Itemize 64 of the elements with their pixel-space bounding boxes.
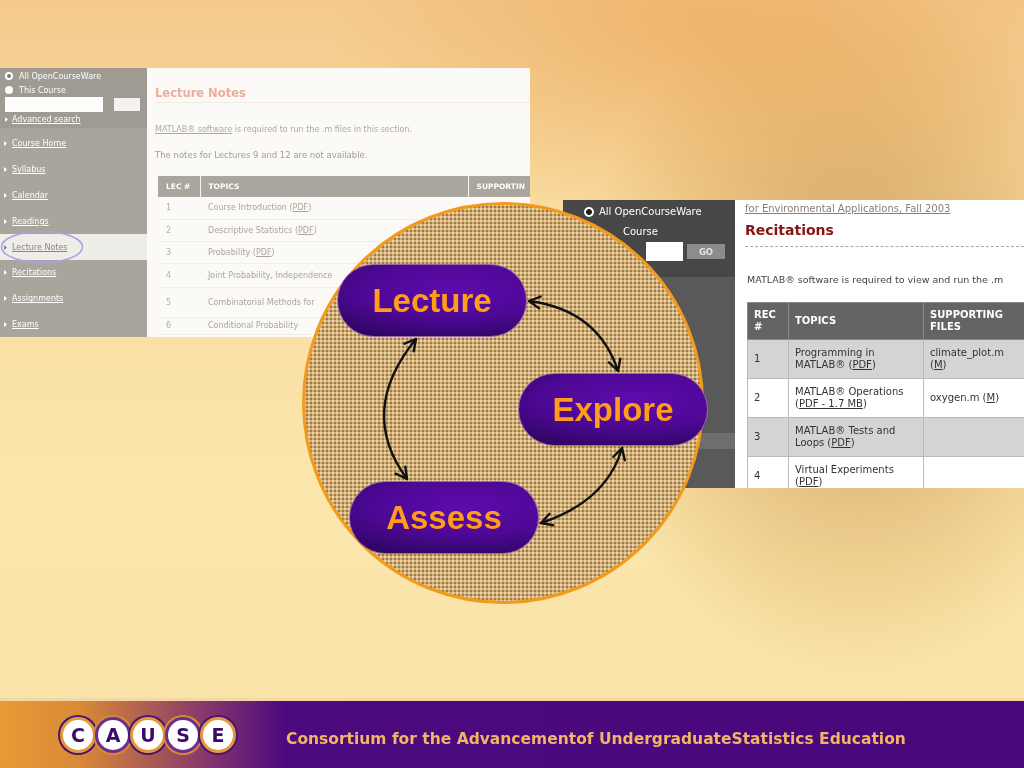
radio-option[interactable]: All OpenCourseWare [5, 69, 102, 83]
logo-letter: C [60, 716, 96, 753]
bullet-icon [4, 167, 7, 173]
table-cell: 1 [158, 197, 200, 219]
nav-link[interactable]: Syllabus [0, 156, 147, 183]
table-cell: 1 [747, 339, 789, 379]
search-button[interactable] [114, 98, 140, 111]
bullet-icon [4, 270, 7, 276]
nav-link[interactable]: Calendar [0, 182, 147, 209]
bullet-icon [5, 117, 8, 122]
page-title: Lecture Notes [155, 86, 246, 100]
file-link[interactable]: PDF [831, 437, 851, 448]
nav-link[interactable]: Recitations [0, 260, 147, 286]
table-cell: MATLAB® Operations (PDF - 1.7 MB) [788, 378, 924, 418]
table-cell: 5 [158, 287, 200, 317]
banner-tagline: Consortium for the Advancementof UndergraduateStatistics Education [286, 729, 906, 748]
table-cell: 2 [158, 219, 200, 241]
file-link[interactable]: PDF - 1.7 MB [798, 398, 863, 409]
file-link[interactable]: M [986, 392, 996, 403]
table-cell: 3 [747, 417, 789, 457]
column-header: REC # [747, 302, 789, 340]
table-cell: 2 [747, 378, 789, 418]
software-link[interactable]: MATLAB® software [155, 125, 233, 134]
radio-option[interactable]: This Course [5, 83, 66, 97]
table-cell: 4 [158, 263, 200, 287]
diagram-node: Lecture [337, 264, 527, 337]
bullet-icon [4, 296, 7, 302]
nav-link[interactable]: Assignments [0, 285, 147, 312]
intro-text: MATLAB® software is required to run the .m files in this section. [155, 125, 413, 135]
column-header: SUPPORTING FILES [923, 302, 1024, 340]
bullet-icon [4, 321, 7, 327]
logo-letter: E [200, 716, 236, 753]
diagram-node: Explore [518, 373, 708, 446]
column-header: TOPICS [788, 302, 924, 340]
table-cell: 4 [747, 456, 789, 488]
search-field[interactable] [646, 242, 683, 261]
nav-link[interactable]: Exams [0, 311, 147, 337]
table-cell: Programming in MATLAB® (PDF) [788, 339, 924, 379]
go-button[interactable]: GO [687, 244, 725, 259]
file-link[interactable]: M [933, 359, 943, 370]
radio-option[interactable]: Course [623, 225, 658, 239]
bullet-icon [4, 141, 7, 147]
page-title: Recitations [745, 221, 834, 239]
logo-letter: U [130, 716, 166, 753]
course-link[interactable]: for Environmental Applications, Fall 2003 [745, 203, 951, 215]
advanced-search-link[interactable]: Advanced search [5, 115, 81, 124]
file-link[interactable]: PDF [298, 225, 314, 235]
bullet-icon [4, 244, 7, 250]
diagram-node: Assess [349, 481, 539, 554]
intro-text: MATLAB® software is required to view and run the .m [747, 274, 1005, 285]
table-cell: MATLAB® Tests and Loops (PDF) [788, 417, 924, 457]
logo-letter: A [95, 716, 131, 753]
file-link[interactable]: PDF [798, 476, 819, 487]
table-cell: 6 [158, 317, 200, 334]
radio-option[interactable]: All OpenCourseWare [584, 206, 702, 217]
nav-link[interactable]: Readings [0, 208, 147, 235]
bullet-icon [4, 193, 7, 198]
search-field[interactable] [5, 97, 103, 112]
nav-link[interactable]: Course Home [0, 131, 147, 157]
file-link[interactable]: PDF [852, 359, 872, 370]
bullet-icon [4, 218, 7, 224]
logo-letter: S [165, 716, 201, 753]
note-text: The notes for Lectures 9 and 12 are not available. [155, 150, 369, 160]
table-cell: 3 [158, 241, 200, 263]
